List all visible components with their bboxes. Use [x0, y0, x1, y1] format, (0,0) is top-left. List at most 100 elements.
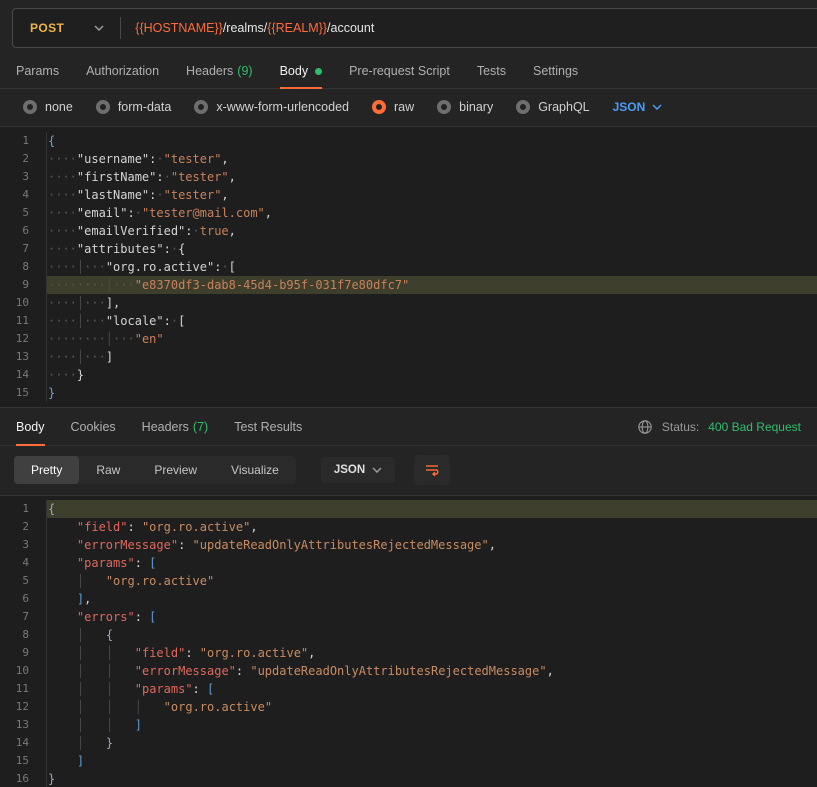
body-type-label: raw [394, 100, 414, 114]
code-content: "errorMessage": "updateReadOnlyAttribute… [46, 536, 817, 554]
code-content: ········│···"e8370df3-dab8-45d4-b95f-031… [46, 276, 817, 294]
line-number: 8 [0, 258, 46, 276]
code-content: } [46, 770, 817, 787]
request-body-editor[interactable]: 1{2····"username":·"tester",3····"firstN… [0, 126, 817, 408]
code-line[interactable]: 10····│···], [0, 294, 817, 312]
tab-label: Tests [477, 64, 506, 78]
body-type-graphql[interactable]: GraphQL [516, 100, 589, 114]
tab-cookies[interactable]: Cookies [71, 408, 116, 445]
globe-icon[interactable] [637, 419, 653, 435]
code-content: ····} [46, 366, 817, 384]
request-language-label: JSON [613, 100, 646, 114]
code-line[interactable]: 14····} [0, 366, 817, 384]
tab-label: Test Results [234, 420, 302, 434]
wrap-lines-icon [423, 461, 441, 479]
line-number: 7 [0, 608, 46, 626]
code-line[interactable]: 7····"attributes":·{ [0, 240, 817, 258]
tab-test-results[interactable]: Test Results [234, 408, 302, 445]
wrap-lines-button[interactable] [414, 455, 450, 485]
request-language-selector[interactable]: JSON [613, 100, 663, 114]
tab-authorization[interactable]: Authorization [86, 54, 159, 88]
tab-label: Cookies [71, 420, 116, 434]
line-number: 5 [0, 204, 46, 222]
line-number: 7 [0, 240, 46, 258]
code-line[interactable]: 11····│···"locale":·[ [0, 312, 817, 330]
response-format-bar: PrettyRawPreviewVisualize JSON [0, 446, 817, 495]
code-line[interactable]: 8····│···"org.ro.active":·[ [0, 258, 817, 276]
response-language-label: JSON [334, 464, 365, 476]
tab-headers[interactable]: Headers(9) [186, 54, 253, 88]
body-type-raw[interactable]: raw [372, 100, 414, 114]
code-content: "field": "org.ro.active", [46, 518, 817, 536]
tab-headers[interactable]: Headers(7) [142, 408, 209, 445]
format-tab-preview[interactable]: Preview [137, 456, 214, 484]
code-line[interactable]: 12········│···"en" [0, 330, 817, 348]
code-line: 4 "params": [ [0, 554, 817, 572]
line-number: 4 [0, 554, 46, 572]
code-content: │ │ │ "org.ro.active" [46, 698, 817, 716]
line-number: 10 [0, 662, 46, 680]
code-line[interactable]: 2····"username":·"tester", [0, 150, 817, 168]
radio-icon [372, 100, 386, 114]
code-line[interactable]: 5····"email":·"tester@mail.com", [0, 204, 817, 222]
code-line[interactable]: 6····"emailVerified":·true, [0, 222, 817, 240]
code-content: │ │ "errorMessage": "updateReadOnlyAttri… [46, 662, 817, 680]
code-line[interactable]: 13····│···] [0, 348, 817, 366]
code-line: 7 "errors": [ [0, 608, 817, 626]
line-number: 6 [0, 222, 46, 240]
radio-icon [516, 100, 530, 114]
code-content: { [46, 500, 817, 518]
tab-count-badge: (9) [237, 64, 252, 78]
url-variable: {{HOSTNAME}} [135, 21, 223, 35]
body-type-none[interactable]: none [23, 100, 73, 114]
body-type-x-www-form-urlencoded[interactable]: x-www-form-urlencoded [194, 100, 349, 114]
divider [120, 17, 121, 39]
code-content: ····│···] [46, 348, 817, 366]
code-content: ····"attributes":·{ [46, 240, 817, 258]
body-type-form-data[interactable]: form-data [96, 100, 172, 114]
body-type-label: GraphQL [538, 100, 589, 114]
format-tab-pretty[interactable]: Pretty [14, 456, 79, 484]
line-number: 15 [0, 752, 46, 770]
url-path-segment: /realms/ [223, 21, 267, 35]
code-content: │ │ ] [46, 716, 817, 734]
code-content: │ │ "params": [ [46, 680, 817, 698]
tab-body[interactable]: Body [16, 408, 45, 445]
method-label: POST [30, 21, 64, 35]
tab-pre-request-script[interactable]: Pre-request Script [349, 54, 450, 88]
format-tab-raw[interactable]: Raw [79, 456, 137, 484]
code-line[interactable]: 4····"lastName":·"tester", [0, 186, 817, 204]
url-variable: {{REALM}} [267, 21, 327, 35]
body-type-binary[interactable]: binary [437, 100, 493, 114]
tab-settings[interactable]: Settings [533, 54, 578, 88]
status-value: 400 Bad Request [708, 420, 801, 434]
code-line: 11 │ │ "params": [ [0, 680, 817, 698]
line-number: 3 [0, 536, 46, 554]
tab-tests[interactable]: Tests [477, 54, 506, 88]
code-line[interactable]: 3····"firstName":·"tester", [0, 168, 817, 186]
line-number: 5 [0, 572, 46, 590]
tab-params[interactable]: Params [16, 54, 59, 88]
code-line[interactable]: 15} [0, 384, 817, 402]
code-line: 12 │ │ │ "org.ro.active" [0, 698, 817, 716]
format-tab-visualize[interactable]: Visualize [214, 456, 296, 484]
line-number: 9 [0, 276, 46, 294]
line-number: 3 [0, 168, 46, 186]
line-number: 11 [0, 312, 46, 330]
code-content: ····│···], [46, 294, 817, 312]
line-number: 13 [0, 348, 46, 366]
body-type-options: none form-data x-www-form-urlencoded raw bin… [0, 89, 817, 126]
code-line: 14 │ } [0, 734, 817, 752]
code-line[interactable]: 9········│···"e8370df3-dab8-45d4-b95f-03… [0, 276, 817, 294]
code-line: 16} [0, 770, 817, 787]
line-number: 9 [0, 644, 46, 662]
line-number: 10 [0, 294, 46, 312]
line-number: 13 [0, 716, 46, 734]
code-line[interactable]: 1{ [0, 132, 817, 150]
tab-body[interactable]: Body [280, 54, 323, 88]
response-language-selector[interactable]: JSON [321, 457, 395, 483]
response-body-editor[interactable]: 1{2 "field": "org.ro.active",3 "errorMes… [0, 495, 817, 787]
code-content: "errors": [ [46, 608, 817, 626]
url-input[interactable]: {{HOSTNAME}}/realms/{{REALM}}/account [135, 21, 374, 35]
method-selector[interactable]: POST [13, 21, 104, 35]
